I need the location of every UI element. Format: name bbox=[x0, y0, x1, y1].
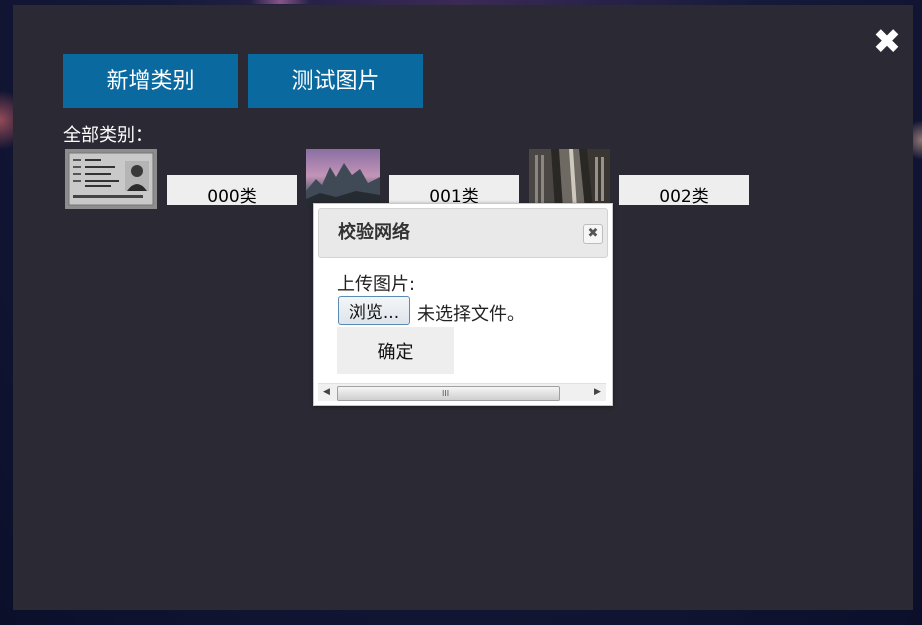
horizontal-scrollbar[interactable]: ◀ III ▶ bbox=[318, 383, 606, 401]
upload-image-label: 上传图片: bbox=[337, 274, 416, 295]
architecture-image-icon[interactable] bbox=[529, 149, 610, 209]
scrollbar-thumb[interactable]: III bbox=[337, 386, 560, 401]
category-tag[interactable]: 000类 bbox=[167, 175, 297, 205]
dialog-title: 校验网络 bbox=[338, 222, 410, 243]
arrow-right-icon[interactable]: ▶ bbox=[589, 384, 606, 401]
confirm-button[interactable]: 确定 bbox=[337, 327, 454, 374]
browse-file-button[interactable]: 浏览... bbox=[338, 296, 410, 325]
close-icon[interactable]: ✖ bbox=[867, 22, 907, 62]
category-tag[interactable]: 001类 bbox=[389, 175, 519, 205]
id-card-image-icon[interactable] bbox=[65, 149, 157, 209]
close-icon[interactable]: ✖ bbox=[583, 224, 603, 244]
verify-network-dialog: 校验网络 ✖ 上传图片: 浏览... 未选择文件。 确定 ◀ III ▶ bbox=[313, 203, 613, 406]
test-image-button[interactable]: 测试图片 bbox=[248, 54, 423, 108]
arrow-left-icon[interactable]: ◀ bbox=[318, 384, 335, 401]
no-file-selected-text: 未选择文件。 bbox=[417, 304, 525, 325]
category-tag[interactable]: 002类 bbox=[619, 175, 749, 205]
mountain-image-icon[interactable] bbox=[306, 149, 380, 209]
categories-heading: 全部类别： bbox=[63, 125, 153, 146]
scroll-grip: III bbox=[442, 389, 450, 398]
background-streak bbox=[250, 0, 310, 4]
add-category-button[interactable]: 新增类别 bbox=[63, 54, 238, 108]
dialog-header: 校验网络 ✖ bbox=[318, 208, 608, 258]
